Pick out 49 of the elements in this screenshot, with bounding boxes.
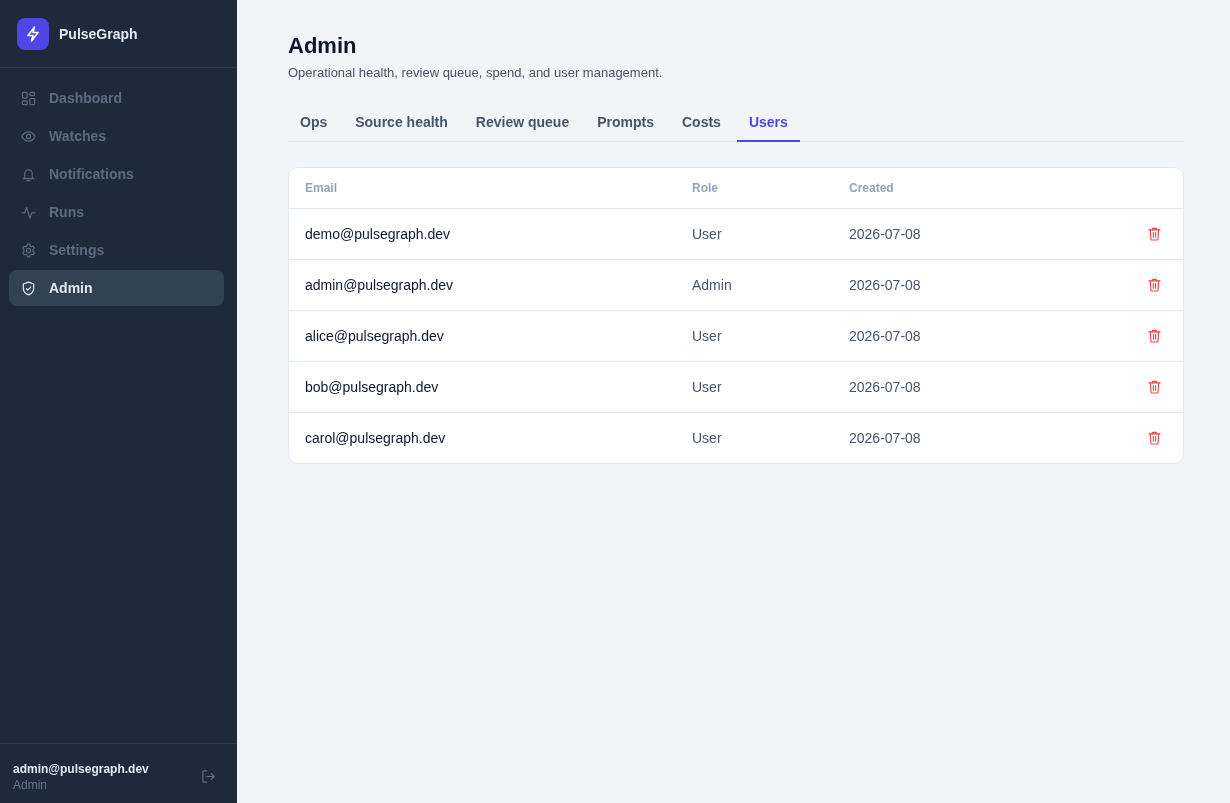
brand-name: PulseGraph xyxy=(59,25,138,42)
table-cell-text: User xyxy=(692,430,723,446)
delete-button[interactable] xyxy=(1148,278,1161,292)
column-header: Created xyxy=(849,181,895,195)
table-cell-text: 2026-07-08 xyxy=(849,226,922,242)
tab[interactable]: Costs xyxy=(670,104,733,142)
table-cell-text: 2026-07-08 xyxy=(849,277,922,293)
tab[interactable]: Ops xyxy=(288,104,340,142)
page-subtitle: Operational health, review queue, spend, and user management. xyxy=(288,65,664,80)
tab[interactable]: Source health xyxy=(343,104,460,142)
page-title: Admin xyxy=(288,32,358,60)
table-cell-text: bob@pulsegraph.dev xyxy=(305,379,440,395)
delete-button[interactable] xyxy=(1148,227,1161,241)
delete-button[interactable] xyxy=(1148,329,1161,343)
nav-item[interactable]: Admin xyxy=(9,270,224,306)
table-cell-text: User xyxy=(692,379,723,395)
table-cell-text: 2026-07-08 xyxy=(849,328,922,344)
column-header: Role xyxy=(692,181,719,195)
table-cell-text: 2026-07-08 xyxy=(849,379,922,395)
eye-icon xyxy=(21,128,36,144)
lightning-logo-icon xyxy=(17,17,49,50)
table-cell-text: alice@pulsegraph.dev xyxy=(305,328,445,344)
pulse-line-icon xyxy=(21,204,36,220)
bell-icon xyxy=(21,166,36,182)
table-cell-text: demo@pulsegraph.dev xyxy=(305,226,451,242)
table-cell-text: 2026-07-08 xyxy=(849,430,922,446)
table-cell-text: User xyxy=(692,328,723,344)
table-cell-text: admin@pulsegraph.dev xyxy=(305,277,455,293)
shield-check-icon xyxy=(21,280,36,296)
logout-button[interactable] xyxy=(202,770,215,783)
tab[interactable]: Review queue xyxy=(463,104,582,142)
tab[interactable]: Prompts xyxy=(585,104,666,142)
user-role: Admin xyxy=(13,777,48,792)
logout-icon xyxy=(202,770,215,783)
tab[interactable]: Users xyxy=(736,104,800,142)
delete-button[interactable] xyxy=(1148,431,1161,445)
delete-button[interactable] xyxy=(1148,380,1161,394)
trash-icon xyxy=(1148,278,1161,292)
trash-icon xyxy=(1148,329,1161,343)
table-cell-text: Admin xyxy=(692,277,733,293)
table-cell-text: User xyxy=(692,226,723,242)
user-email: admin@pulsegraph.dev xyxy=(13,761,149,776)
column-header: Email xyxy=(305,181,338,195)
grid-icon xyxy=(21,90,36,106)
trash-icon xyxy=(1148,227,1161,241)
gear-icon xyxy=(21,242,36,258)
trash-icon xyxy=(1148,380,1161,394)
trash-icon xyxy=(1148,431,1161,445)
table-cell-text: carol@pulsegraph.dev xyxy=(305,430,447,446)
